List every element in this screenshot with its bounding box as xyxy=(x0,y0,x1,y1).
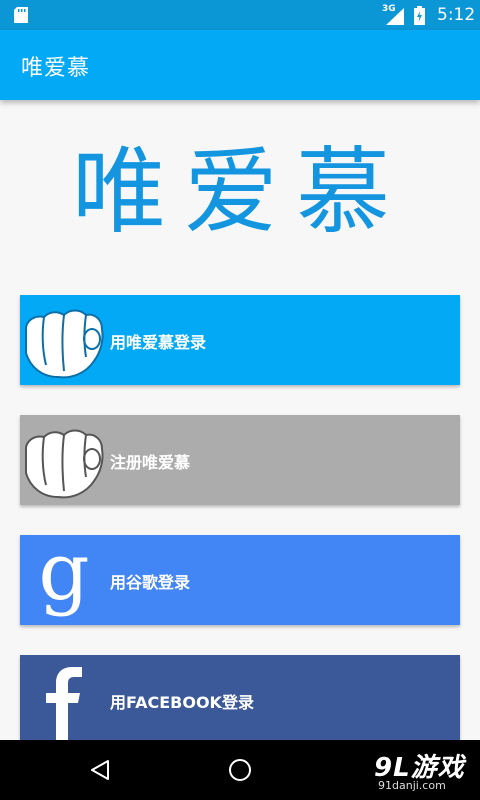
login-facebook-button[interactable]: 用FACEBOOK登录 xyxy=(20,655,460,741)
app-title: 唯爱慕 xyxy=(21,56,91,81)
navigation-bar: 9L游戏 91danji.com xyxy=(0,740,480,800)
watermark-logo: 9L游戏 91danji.com xyxy=(374,747,470,793)
pointing-fist-icon xyxy=(25,309,104,379)
status-time: 5:12 xyxy=(437,5,476,25)
watermark-sub: 91danji.com xyxy=(378,779,446,792)
register-button[interactable]: 注册唯爱慕 xyxy=(20,415,460,505)
signal-icon xyxy=(386,8,404,25)
facebook-f-icon xyxy=(46,667,82,741)
login-facebook-label: 用FACEBOOK登录 xyxy=(110,693,254,712)
battery-icon xyxy=(414,6,425,25)
login-google-label: 用谷歌登录 xyxy=(110,573,191,592)
svg-text:g: g xyxy=(38,541,89,618)
pointing-fist-icon xyxy=(25,429,104,499)
register-label: 注册唯爱慕 xyxy=(110,453,191,472)
login-weiaimu-label: 用唯爱慕登录 xyxy=(110,333,207,352)
home-icon[interactable] xyxy=(228,758,252,782)
logo-text: 唯爱慕 xyxy=(71,138,408,247)
back-icon[interactable] xyxy=(88,758,112,782)
login-weiaimu-button[interactable]: 用唯爱慕登录 xyxy=(20,295,460,385)
app-bar: 唯爱慕 xyxy=(0,30,480,100)
sd-card-icon xyxy=(14,7,28,23)
google-g-icon: g xyxy=(38,541,89,618)
status-bar: 3G 5:12 xyxy=(0,0,480,30)
login-google-button[interactable]: g 用谷歌登录 xyxy=(20,535,460,625)
